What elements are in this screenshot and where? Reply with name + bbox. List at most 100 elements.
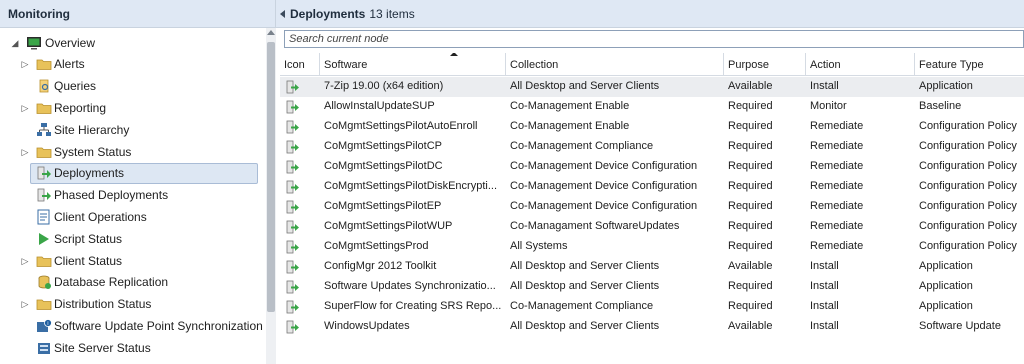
- tree-item-deployments[interactable]: Deployments: [0, 162, 266, 184]
- tree-item-distribution-status[interactable]: ▷ Distribution Status: [0, 294, 266, 315]
- table-row[interactable]: CoMgmtSettingsPilotCP Co-Management Compl…: [280, 137, 1024, 157]
- cell-feature: Application: [919, 80, 973, 92]
- tree-item-reporting[interactable]: ▷ Reporting: [0, 97, 266, 118]
- table-row[interactable]: CoMgmtSettingsProd All Systems Required Rem…: [280, 237, 1024, 257]
- cell-action: Monitor: [810, 100, 847, 112]
- tree-item-label: System Status: [54, 144, 132, 159]
- cell-software: AllowInstalUpdateSUP: [324, 100, 435, 112]
- tree-item-queries[interactable]: Queries: [0, 76, 266, 97]
- table-row[interactable]: WindowsUpdates All Desktop and Server Cli…: [280, 317, 1024, 337]
- cell-purpose: Required: [728, 160, 773, 172]
- cell-purpose: Available: [728, 320, 773, 332]
- database-icon: [36, 274, 52, 290]
- cell-feature: Application: [919, 300, 973, 312]
- cell-action: Remediate: [810, 180, 864, 192]
- cell-software: CoMgmtSettingsPilotDiskEncrypti...: [324, 180, 497, 192]
- cell-feature: Configuration Policy: [919, 180, 1017, 192]
- cell-collection: All Desktop and Server Clients: [510, 80, 660, 92]
- expand-icon[interactable]: ▷: [20, 299, 30, 309]
- column-header-action[interactable]: Action: [806, 53, 915, 76]
- table-row[interactable]: CoMgmtSettingsPilotWUP Co-Managament Soft…: [280, 217, 1024, 237]
- cell-collection: Co-Management Enable: [510, 120, 630, 132]
- deployment-icon: [286, 79, 300, 95]
- expand-icon[interactable]: ▷: [20, 103, 30, 113]
- table-row[interactable]: CoMgmtSettingsPilotDiskEncrypti... Co-Man…: [280, 177, 1024, 197]
- tree-item-label: Overview: [45, 35, 96, 50]
- table-row[interactable]: CoMgmtSettingsPilotDC Co-Management Devic…: [280, 157, 1024, 177]
- tree-item-client-operations[interactable]: Client Operations: [0, 206, 266, 227]
- cell-action: Remediate: [810, 240, 864, 252]
- tree-item-software-update-point-synchronization-sta[interactable]: i Software Update Point Synchronization S…: [0, 315, 266, 336]
- main-header: Deployments 13 items: [276, 0, 1024, 28]
- site-server-icon: [36, 340, 52, 356]
- tree-item-label: Software Update Point Synchronization St…: [54, 318, 266, 333]
- scrollbar-thumb[interactable]: [267, 42, 275, 312]
- cell-software: ConfigMgr 2012 Toolkit: [324, 260, 437, 272]
- tree-item-label: Client Operations: [54, 209, 147, 224]
- cell-feature: Configuration Policy: [919, 240, 1017, 252]
- nav-header: Monitoring: [0, 0, 275, 28]
- tree-item-alerts[interactable]: ▷ Alerts: [0, 54, 266, 75]
- scroll-up-icon[interactable]: [267, 30, 275, 35]
- tree-item-system-status[interactable]: ▷ System Status: [0, 141, 266, 162]
- main-pane: Deployments 13 items Search current node…: [276, 0, 1024, 364]
- script-status-icon: [36, 231, 52, 247]
- cell-collection: Co-Managament SoftwareUpdates: [510, 220, 680, 232]
- site-hierarchy-icon: [36, 122, 52, 138]
- tree-item-site-server-status[interactable]: Site Server Status: [0, 337, 266, 358]
- table-row[interactable]: AllowInstalUpdateSUP Co-Management Enable…: [280, 97, 1024, 117]
- column-header-software[interactable]: Software: [320, 53, 506, 76]
- tree-item-site-hierarchy[interactable]: Site Hierarchy: [0, 119, 266, 140]
- tree-item-script-status[interactable]: Script Status: [0, 228, 266, 249]
- cell-action: Install: [810, 260, 839, 272]
- table-row[interactable]: CoMgmtSettingsPilotAutoEnroll Co-Manageme…: [280, 117, 1024, 137]
- cell-purpose: Available: [728, 260, 773, 272]
- cell-action: Remediate: [810, 140, 864, 152]
- table-row[interactable]: ConfigMgr 2012 Toolkit All Desktop and Se…: [280, 257, 1024, 277]
- cell-software: CoMgmtSettingsPilotDC: [324, 160, 443, 172]
- expand-icon[interactable]: ▷: [20, 147, 30, 157]
- tree-item-label: Alerts: [54, 57, 85, 72]
- deployment-icon: [286, 239, 300, 255]
- tree-item-label: Reporting: [54, 100, 107, 115]
- folder-icon: [36, 56, 52, 72]
- collapse-pane-icon[interactable]: [280, 9, 285, 18]
- tree-item-database-replication[interactable]: Database Replication: [0, 272, 266, 293]
- deployments-table: Icon Software Collection Purpose Action …: [280, 53, 1024, 364]
- column-header-feature-type[interactable]: Feature Type: [915, 53, 1024, 76]
- deployment-icon: [286, 139, 300, 155]
- client-operations-icon: [36, 209, 52, 225]
- nav-scrollbar[interactable]: [266, 28, 276, 364]
- cell-purpose: Required: [728, 180, 773, 192]
- table-row[interactable]: SuperFlow for Creating SRS Repo... Co-Man…: [280, 297, 1024, 317]
- column-header-icon[interactable]: Icon: [280, 53, 320, 76]
- search-input[interactable]: Search current node: [284, 30, 1024, 48]
- deployment-icon: [286, 319, 300, 335]
- cell-purpose: Required: [728, 220, 773, 232]
- table-row[interactable]: Software Updates Synchronizatio... All De…: [280, 277, 1024, 297]
- overview-icon: [26, 35, 42, 51]
- cell-collection: Co-Management Enable: [510, 100, 630, 112]
- console-window: Monitoring ◢ Overview ▷ Alerts Queries ▷ Repor…: [0, 0, 1024, 364]
- cell-feature: Configuration Policy: [919, 220, 1017, 232]
- tree-item-label: Script Status: [54, 231, 123, 246]
- collapse-icon[interactable]: ◢: [10, 38, 20, 48]
- table-row[interactable]: CoMgmtSettingsPilotEP Co-Management Devic…: [280, 197, 1024, 217]
- expand-icon[interactable]: ▷: [20, 256, 30, 266]
- cell-collection: Co-Management Device Configuration: [510, 160, 698, 172]
- tree-item-overview[interactable]: ◢ Overview: [0, 32, 266, 53]
- tree-item-client-status[interactable]: ▷ Client Status: [0, 250, 266, 271]
- tree-item-label: Client Status: [54, 253, 123, 268]
- expand-icon[interactable]: ▷: [20, 59, 30, 69]
- deployment-icon: [286, 119, 300, 135]
- cell-software: CoMgmtSettingsPilotWUP: [324, 220, 453, 232]
- tree-item-phased-deployments[interactable]: Phased Deployments: [0, 185, 266, 206]
- cell-purpose: Required: [728, 300, 773, 312]
- sort-ascending-icon: [450, 53, 458, 56]
- table-row[interactable]: 7-Zip 19.00 (x64 edition) All Desktop and…: [280, 77, 1024, 97]
- column-header-collection[interactable]: Collection: [506, 53, 724, 76]
- cell-action: Install: [810, 300, 839, 312]
- cell-action: Install: [810, 280, 839, 292]
- cell-purpose: Required: [728, 120, 773, 132]
- column-header-purpose[interactable]: Purpose: [724, 53, 806, 76]
